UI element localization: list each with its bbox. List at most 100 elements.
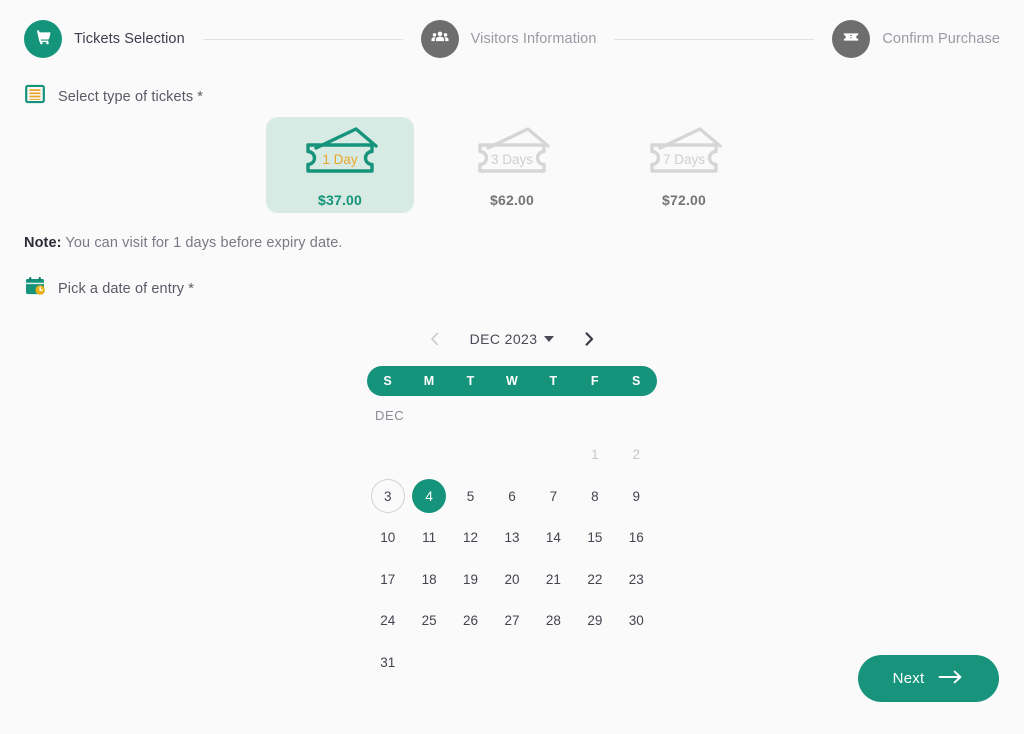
calendar-empty-day <box>454 438 488 472</box>
calendar-day-cell: 10 <box>367 517 408 559</box>
calendar-day-23[interactable]: 23 <box>619 562 653 596</box>
ticket-list-icon <box>24 83 46 110</box>
calendar-day-31[interactable]: 31 <box>371 645 405 679</box>
expiry-note-text: You can visit for 1 days before expiry d… <box>61 235 343 251</box>
calendar-day-17[interactable]: 17 <box>371 562 405 596</box>
calendar-day-18[interactable]: 18 <box>412 562 446 596</box>
calendar-prev-month-button[interactable] <box>424 328 446 350</box>
calendar-day-9[interactable]: 9 <box>619 479 653 513</box>
shopping-cart-icon <box>33 27 53 52</box>
date-section-label: Pick a date of entry * <box>58 280 194 297</box>
calendar-header: DEC 2023 <box>367 322 657 356</box>
calendar-day-cell: 24 <box>367 600 408 642</box>
date-picker-calendar: DEC 2023 S M T W T F S DEC 123456789 10 … <box>367 322 657 683</box>
calendar-day-cell: 9 <box>616 476 657 518</box>
calendar-day-10[interactable]: 10 <box>371 521 405 555</box>
calendar-day-cell: 15 <box>574 517 615 559</box>
calendar-month-tag-row: DEC <box>367 396 657 434</box>
weekday-sat: S <box>631 374 641 388</box>
ticket-stub-icon <box>841 27 861 52</box>
calendar-weekday-header: S M T W T F S <box>367 366 657 396</box>
weekday-mon: M <box>423 374 435 388</box>
calendar-day-cell: 11 <box>408 517 449 559</box>
calendar-empty-day <box>495 438 529 472</box>
calendar-day-27[interactable]: 27 <box>495 604 529 638</box>
calendar-day-13[interactable]: 13 <box>495 521 529 555</box>
calendar-day-cell: 19 <box>450 559 491 601</box>
calendar-day-cell: 4 <box>408 476 449 518</box>
step-visitors-information[interactable]: Visitors Information <box>420 20 597 58</box>
calendar-day-cell: 6 <box>491 476 532 518</box>
calendar-day-4[interactable]: 4 <box>412 479 447 514</box>
arrow-right-icon <box>938 669 964 688</box>
calendar-day-cell: 30 <box>616 600 657 642</box>
step-confirm-purchase-label: Confirm Purchase <box>882 31 1001 47</box>
people-group-icon <box>430 27 450 52</box>
calendar-day-cell: 25 <box>408 600 449 642</box>
ticket-option-3-days[interactable]: 3 Days $62.00 <box>438 117 586 213</box>
calendar-day-29[interactable]: 29 <box>578 604 612 638</box>
calendar-day-cell: 12 <box>450 517 491 559</box>
calendar-day-cell: 23 <box>616 559 657 601</box>
calendar-day-cell: 17 <box>367 559 408 601</box>
step-visitors-information-circle <box>420 20 459 58</box>
calendar-day-20[interactable]: 20 <box>495 562 529 596</box>
step-visitors-information-label: Visitors Information <box>470 31 597 47</box>
calendar-day-22[interactable]: 22 <box>578 562 612 596</box>
ticket-icon-1-day: 1 Day <box>292 124 388 184</box>
calendar-day-26[interactable]: 26 <box>454 604 488 638</box>
calendar-day-cell: 18 <box>408 559 449 601</box>
calendar-day-25[interactable]: 25 <box>412 604 446 638</box>
weekday-sun: S <box>383 374 393 388</box>
calendar-day-7[interactable]: 7 <box>536 479 570 513</box>
calendar-day-21[interactable]: 21 <box>536 562 570 596</box>
calendar-day-24[interactable]: 24 <box>371 604 405 638</box>
calendar-day-3[interactable]: 3 <box>370 479 405 514</box>
tickets-section-header: Select type of tickets * <box>24 83 203 110</box>
calendar-day-14[interactable]: 14 <box>536 521 570 555</box>
calendar-empty-day <box>371 438 405 472</box>
calendar-empty-day <box>536 438 570 472</box>
ticket-option-3-days-price: $62.00 <box>489 192 535 208</box>
step-confirm-purchase[interactable]: Confirm Purchase <box>832 20 1000 58</box>
calendar-day-28[interactable]: 28 <box>536 604 570 638</box>
calendar-next-month-button[interactable] <box>578 328 600 350</box>
calendar-day-cell: 1 <box>574 434 615 476</box>
calendar-day-19[interactable]: 19 <box>454 562 488 596</box>
calendar-day-1: 1 <box>591 447 599 463</box>
next-button-label: Next <box>892 670 925 687</box>
expiry-note: Note: You can visit for 1 days before ex… <box>24 235 343 251</box>
calendar-day-12[interactable]: 12 <box>454 521 488 555</box>
stepper-connector-2 <box>614 38 815 40</box>
calendar-clock-icon <box>24 275 46 302</box>
ticket-option-1-day[interactable]: 1 Day $37.00 <box>266 117 414 213</box>
weekday-thu: T <box>549 374 558 388</box>
calendar-day-cell: 22 <box>574 559 615 601</box>
calendar-month-selector[interactable]: DEC 2023 <box>470 331 555 347</box>
tickets-section-label: Select type of tickets * <box>58 88 204 105</box>
calendar-day-grid: 1 2 3 4 5 6 7 8 9 10 11 12 13 14 15 16 17 18 19 20 21 22 23 24 2… <box>367 434 657 683</box>
calendar-day-cell: 14 <box>533 517 574 559</box>
ticket-option-7-days[interactable]: 7 Days $72.00 <box>610 117 758 213</box>
calendar-day-cell: 8 <box>574 476 615 518</box>
step-tickets-selection-circle <box>24 20 62 58</box>
chevron-right-icon <box>582 331 596 347</box>
expiry-note-prefix: Note: <box>24 235 62 251</box>
calendar-day-cell: 28 <box>533 600 574 642</box>
calendar-day-cell: 7 <box>533 476 574 518</box>
step-confirm-purchase-circle <box>832 20 871 58</box>
ticket-purchase-page: Tickets Selection Visitors Information C… <box>0 0 1024 734</box>
calendar-day-11[interactable]: 11 <box>412 521 446 555</box>
ticket-option-7-days-price: $72.00 <box>661 192 707 208</box>
calendar-day-6[interactable]: 6 <box>495 479 529 513</box>
step-tickets-selection[interactable]: Tickets Selection <box>24 20 185 58</box>
calendar-day-cell: 31 <box>367 642 408 684</box>
calendar-day-16[interactable]: 16 <box>619 521 653 555</box>
calendar-day-5[interactable]: 5 <box>454 479 488 513</box>
calendar-day-8[interactable]: 8 <box>578 479 612 513</box>
calendar-day-30[interactable]: 30 <box>619 604 653 638</box>
calendar-day-15[interactable]: 15 <box>578 521 612 555</box>
next-button[interactable]: Next <box>858 655 999 702</box>
ticket-icon-3-days: 3 Days <box>464 124 560 184</box>
calendar-day-cell: 29 <box>574 600 615 642</box>
